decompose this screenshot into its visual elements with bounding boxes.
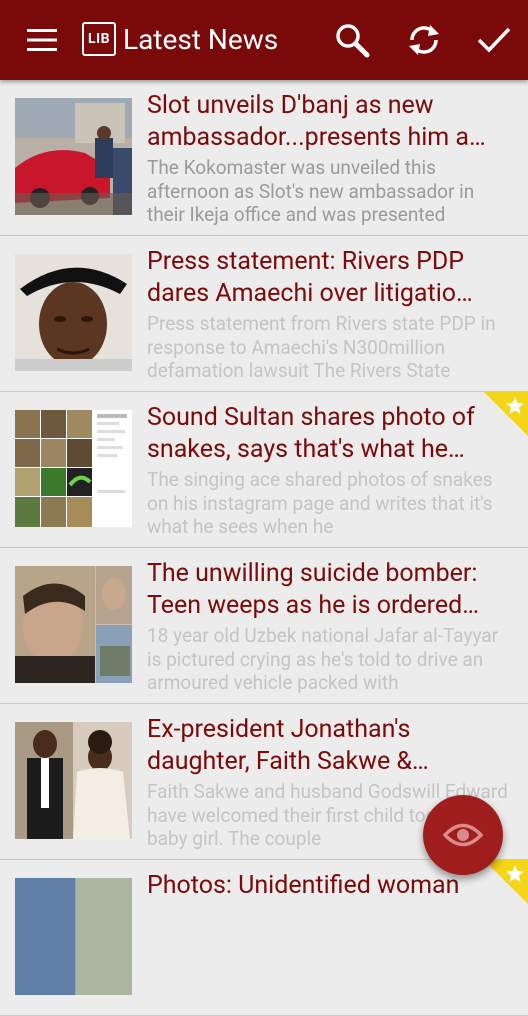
mark-all-read-button[interactable] [472,0,516,80]
toggle-read-fab[interactable] [423,795,503,875]
search-button[interactable] [332,0,372,80]
news-title: Slot unveils D'banj as new ambassador...… [147,91,486,152]
news-item[interactable]: Sound Sultan shares photo of snakes, say… [0,392,528,548]
refresh-icon [409,25,439,55]
menu-button[interactable] [22,0,62,80]
app-toolbar: LIB Latest News [0,0,528,80]
menu-icon [27,29,57,51]
news-excerpt: Press statement from Rivers state PDP in… [147,312,496,382]
news-excerpt: The Kokomaster was unveiled this afterno… [147,156,475,226]
eye-icon [443,823,483,847]
news-item[interactable]: Slot unveils D'banj as new ambassador...… [0,80,528,236]
news-title: Press statement: Rivers PDP dares Amaech… [147,247,473,308]
search-icon [336,24,370,58]
app-title: Latest News [123,23,279,56]
news-thumbnail [15,566,132,683]
news-thumbnail [15,410,132,527]
news-excerpt: The singing ace shared photos of snakes … [147,468,493,538]
news-title: Photos: Unidentified woman [147,871,460,900]
news-thumbnail [15,722,132,839]
news-thumbnail [15,878,132,995]
news-title: Sound Sultan shares photo of snakes, say… [147,403,475,464]
news-excerpt: 18 year old Uzbek national Jafar al-Tayy… [147,624,499,694]
app-logo: LIB [82,22,116,56]
refresh-button[interactable] [402,0,446,80]
news-item[interactable]: Press statement: Rivers PDP dares Amaech… [0,236,528,392]
news-item[interactable]: The unwilling suicide bomber: Teen weeps… [0,548,528,704]
news-thumbnail [15,254,132,371]
news-list: Slot unveils D'banj as new ambassador...… [0,80,528,1016]
check-icon [477,27,511,53]
starred-ribbon [484,860,528,904]
news-title: The unwilling suicide bomber: Teen weeps… [147,559,479,620]
news-item[interactable]: Photos: Unidentified woman [0,860,528,1016]
news-title: Ex-president Jonathan's daughter, Faith … [147,715,429,776]
starred-ribbon [484,392,528,436]
news-thumbnail [15,98,132,215]
